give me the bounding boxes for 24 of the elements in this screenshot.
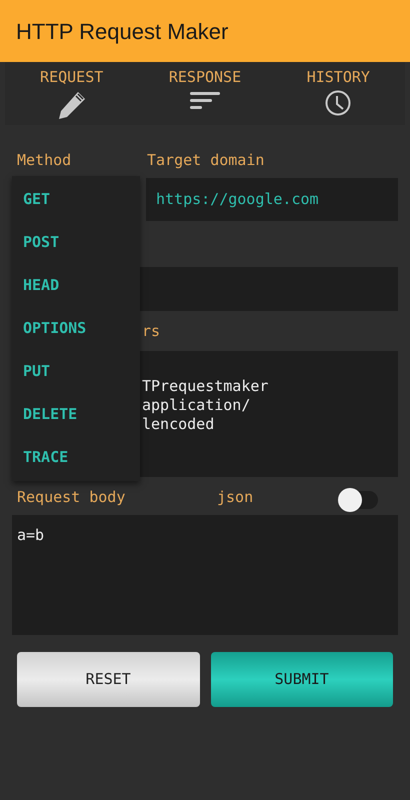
menu-item[interactable]: POST: [12, 221, 140, 264]
clock-icon: [324, 89, 352, 117]
reset-button[interactable]: RESET: [17, 652, 200, 706]
submit-button[interactable]: SUBMIT: [210, 652, 393, 706]
menu-item[interactable]: DELETE: [12, 393, 140, 436]
domain-label: Target domain: [147, 150, 264, 171]
menu-item[interactable]: GET: [12, 178, 140, 221]
tab[interactable]: HISTORY: [272, 62, 405, 125]
domain-field[interactable]: https://google.com: [146, 178, 398, 220]
menu-item[interactable]: HEAD: [12, 264, 140, 307]
header-line: TPrequestmaker: [142, 376, 270, 396]
method-label: Method: [16, 150, 72, 171]
menu-item[interactable]: PUT: [12, 350, 140, 393]
header-line: application/: [142, 396, 252, 414]
headers-label: rs: [142, 322, 160, 340]
body-label: Request body: [16, 487, 126, 508]
app-title: HTTP Request Maker: [16, 18, 228, 46]
tab[interactable]: REQUEST: [5, 62, 138, 125]
body-field[interactable]: a=b: [12, 514, 398, 634]
header-line: lencoded: [142, 414, 216, 434]
menu-item[interactable]: OPTIONS: [12, 307, 140, 350]
tab[interactable]: RESPONSE: [138, 62, 272, 125]
json-label: json: [217, 487, 254, 508]
menu-item[interactable]: TRACE: [12, 436, 140, 479]
